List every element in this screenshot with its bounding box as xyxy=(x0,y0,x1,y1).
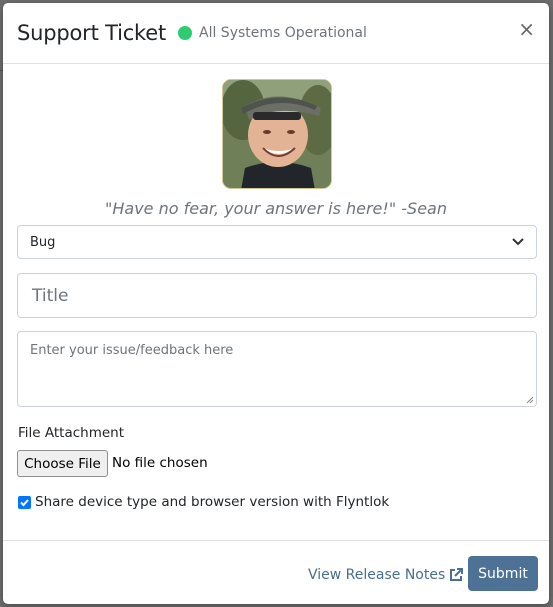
title-input[interactable]: Title xyxy=(17,273,537,318)
system-status: All Systems Operational xyxy=(178,25,367,41)
title-placeholder: Title xyxy=(32,285,69,306)
issue-placeholder: Enter your issue/feedback here xyxy=(30,343,234,358)
file-status: No file chosen xyxy=(112,455,208,471)
modal-header: Support Ticket All Systems Operational × xyxy=(3,3,549,64)
file-attachment-label: File Attachment xyxy=(18,425,125,441)
release-notes-label: View Release Notes xyxy=(308,567,446,583)
share-device-checkbox[interactable] xyxy=(18,496,31,509)
support-ticket-modal: Support Ticket All Systems Operational ×… xyxy=(3,3,549,604)
submit-button[interactable]: Submit xyxy=(468,556,538,591)
status-indicator-icon xyxy=(178,26,192,40)
checkmark-icon xyxy=(20,499,29,507)
avatar-photo-icon xyxy=(223,80,331,188)
issue-textarea[interactable]: Enter your issue/feedback here xyxy=(17,331,537,407)
external-link-icon xyxy=(450,568,464,581)
ticket-type-select[interactable]: Bug xyxy=(17,225,537,259)
support-avatar xyxy=(222,79,332,189)
ticket-type-value: Bug xyxy=(30,234,56,250)
status-text: All Systems Operational xyxy=(199,25,367,41)
resize-handle-icon[interactable] xyxy=(526,396,534,404)
choose-file-button[interactable]: Choose File xyxy=(17,450,108,477)
share-device-label[interactable]: Share device type and browser version wi… xyxy=(35,494,389,510)
close-button[interactable]: × xyxy=(518,19,535,39)
modal-title: Support Ticket xyxy=(17,21,167,45)
view-release-notes-link[interactable]: View Release Notes xyxy=(308,567,464,583)
chevron-down-icon xyxy=(512,235,524,249)
support-quote: "Have no fear, your answer is here!" -Se… xyxy=(105,199,447,218)
